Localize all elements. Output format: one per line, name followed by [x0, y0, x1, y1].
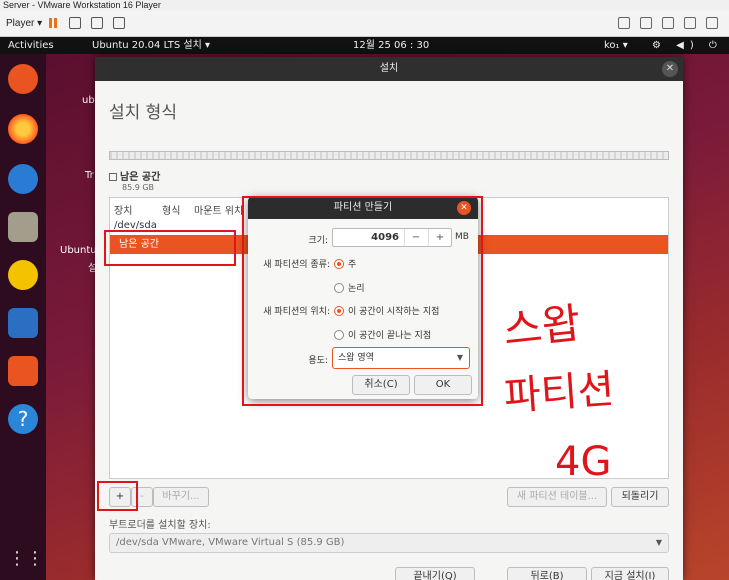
- desktop-icon-label: Tr: [85, 170, 94, 181]
- network-icon[interactable]: [662, 17, 674, 29]
- player-menu-label: Player ▾: [6, 17, 43, 29]
- desktop-icon-label: Ubuntu: [60, 245, 97, 256]
- ubuntu-top-panel: Activities Ubuntu 20.04 LTS 설치 ▾ 12월 25 …: [0, 37, 729, 68]
- firefox-icon[interactable]: [8, 114, 38, 144]
- change-partition-button[interactable]: 바꾸기...: [153, 487, 209, 507]
- disk-icon[interactable]: [640, 17, 652, 29]
- handwritten-annotation: 스왑 파티션 4G: [501, 298, 616, 485]
- handwriting-line: 스왑: [501, 298, 583, 355]
- show-applications-icon[interactable]: ⋮⋮: [8, 544, 44, 574]
- keyboard-layout[interactable]: ko₁ ▾: [604, 37, 628, 54]
- pause-icon[interactable]: [47, 17, 59, 29]
- disk-legend: 남은 공간 85.9 GB: [109, 168, 160, 192]
- ubuntu-installer-icon[interactable]: [8, 64, 38, 94]
- disk-usage-bar: [109, 151, 669, 160]
- install-now-button[interactable]: 지금 설치(I): [591, 567, 669, 580]
- column-mount[interactable]: 마운트 위치: [194, 202, 243, 217]
- handwriting-line: 파티션: [502, 366, 615, 420]
- annotation-box-add-button: [97, 481, 138, 511]
- vmware-toolbar: Player ▾: [0, 10, 729, 37]
- libreoffice-writer-icon[interactable]: [8, 308, 38, 338]
- installer-titlebar: 설치 ✕: [95, 57, 683, 81]
- installer-window-title: 설치: [379, 63, 399, 74]
- thunderbird-icon[interactable]: [8, 164, 38, 194]
- back-button[interactable]: 뒤로(B): [507, 567, 587, 580]
- clock[interactable]: 12월 25 06 : 30: [353, 37, 429, 54]
- device-icon[interactable]: [618, 17, 630, 29]
- dock: ? ⋮⋮: [0, 54, 46, 580]
- files-icon[interactable]: [8, 212, 38, 242]
- rhythmbox-icon[interactable]: [8, 260, 38, 290]
- column-type[interactable]: 형식: [162, 202, 180, 217]
- page-title: 설치 형식: [109, 103, 177, 123]
- usb-icon[interactable]: [684, 17, 696, 29]
- sound-icon[interactable]: [706, 17, 718, 29]
- software-center-icon[interactable]: [8, 356, 38, 386]
- chevron-down-icon: ▼: [655, 538, 662, 547]
- legend-name: 남은 공간: [120, 172, 161, 183]
- help-icon[interactable]: ?: [8, 404, 38, 434]
- column-device[interactable]: 장치: [114, 202, 132, 217]
- send-ctrl-alt-del-icon[interactable]: [69, 17, 82, 29]
- legend-swatch: [109, 173, 117, 181]
- vmware-window-title: Server - VMware Workstation 16 Player: [0, 0, 729, 10]
- legend-size: 85.9 GB: [122, 183, 155, 192]
- bootloader-label: 부트로더를 설치할 장치:: [109, 520, 211, 531]
- bootloader-select[interactable]: /dev/sda VMware, VMware Virtual S (85.9 …: [109, 533, 669, 553]
- fullscreen-icon[interactable]: [91, 17, 104, 29]
- annotation-box-free-space: [104, 230, 236, 266]
- app-menu[interactable]: Ubuntu 20.04 LTS 설치 ▾: [92, 37, 210, 54]
- quit-button[interactable]: 끝내기(Q): [395, 567, 475, 580]
- unity-icon[interactable]: [113, 17, 126, 29]
- annotation-box-dialog: [242, 196, 483, 406]
- desktop-icon-label: ub: [82, 95, 95, 106]
- handwriting-line: 4G: [555, 439, 611, 485]
- player-menu[interactable]: Player ▾: [6, 18, 42, 29]
- bootloader-value: /dev/sda VMware, VMware Virtual S (85.9 …: [116, 537, 345, 548]
- close-icon[interactable]: ✕: [662, 61, 678, 77]
- activities-button[interactable]: Activities: [8, 37, 54, 54]
